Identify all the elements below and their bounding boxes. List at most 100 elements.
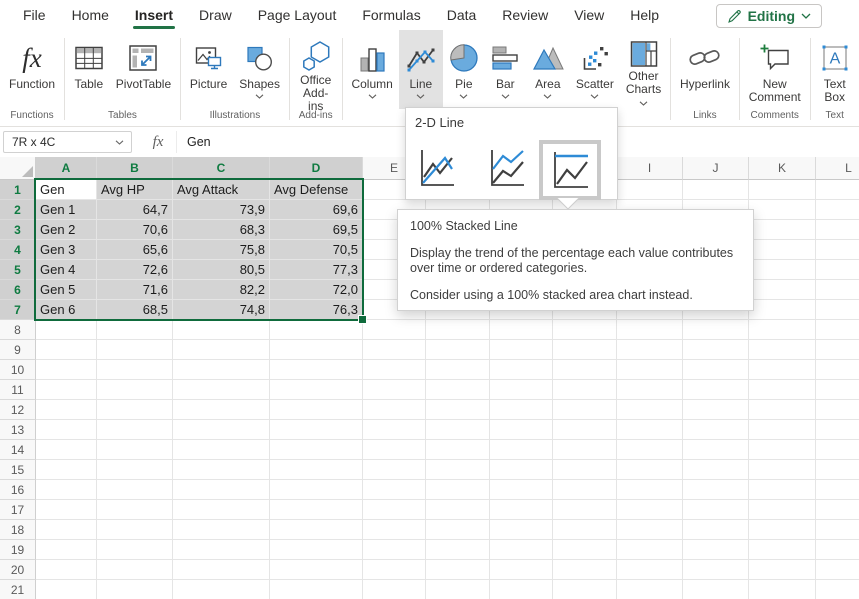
- column-header-K[interactable]: K: [749, 157, 816, 180]
- cell-H15[interactable]: [553, 460, 617, 480]
- cell-L11[interactable]: [816, 380, 859, 400]
- cell-I1[interactable]: [617, 180, 683, 200]
- cell-D12[interactable]: [270, 400, 363, 420]
- row-header-10[interactable]: 10: [0, 360, 36, 380]
- other-charts-button[interactable]: Other Charts: [620, 30, 667, 109]
- cell-E19[interactable]: [363, 540, 426, 560]
- cell-D18[interactable]: [270, 520, 363, 540]
- row-header-5[interactable]: 5: [0, 260, 36, 280]
- cell-A15[interactable]: [36, 460, 97, 480]
- row-header-4[interactable]: 4: [0, 240, 36, 260]
- row-header-20[interactable]: 20: [0, 560, 36, 580]
- function-button[interactable]: fx Function: [3, 30, 61, 109]
- cell-D5[interactable]: 77,3: [270, 260, 363, 280]
- cell-D11[interactable]: [270, 380, 363, 400]
- cell-K2[interactable]: [749, 200, 816, 220]
- column-chart-button[interactable]: Column: [345, 30, 398, 109]
- cell-E11[interactable]: [363, 380, 426, 400]
- cell-B2[interactable]: 64,7: [97, 200, 173, 220]
- bar-chart-button[interactable]: Bar: [485, 30, 526, 109]
- cell-A2[interactable]: Gen 1: [36, 200, 97, 220]
- cell-E21[interactable]: [363, 580, 426, 599]
- cell-J11[interactable]: [683, 380, 749, 400]
- cell-J19[interactable]: [683, 540, 749, 560]
- cell-K1[interactable]: [749, 180, 816, 200]
- cell-H10[interactable]: [553, 360, 617, 380]
- cell-L6[interactable]: [816, 280, 859, 300]
- cell-D6[interactable]: 72,0: [270, 280, 363, 300]
- cell-C15[interactable]: [173, 460, 270, 480]
- cell-J18[interactable]: [683, 520, 749, 540]
- cell-D3[interactable]: 69,5: [270, 220, 363, 240]
- cell-K21[interactable]: [749, 580, 816, 599]
- cell-B7[interactable]: 68,5: [97, 300, 173, 320]
- row-header-13[interactable]: 13: [0, 420, 36, 440]
- cell-C6[interactable]: 82,2: [173, 280, 270, 300]
- cell-C14[interactable]: [173, 440, 270, 460]
- option-stacked-line[interactable]: [483, 145, 529, 191]
- cell-C13[interactable]: [173, 420, 270, 440]
- tab-review[interactable]: Review: [489, 0, 561, 30]
- cell-I16[interactable]: [617, 480, 683, 500]
- cell-E10[interactable]: [363, 360, 426, 380]
- cell-L4[interactable]: [816, 240, 859, 260]
- cell-L2[interactable]: [816, 200, 859, 220]
- cell-G18[interactable]: [490, 520, 553, 540]
- cell-G14[interactable]: [490, 440, 553, 460]
- cell-A5[interactable]: Gen 4: [36, 260, 97, 280]
- cell-D9[interactable]: [270, 340, 363, 360]
- cell-B9[interactable]: [97, 340, 173, 360]
- cell-B1[interactable]: Avg HP: [97, 180, 173, 200]
- row-header-2[interactable]: 2: [0, 200, 36, 220]
- tab-page-layout[interactable]: Page Layout: [245, 0, 350, 30]
- cell-B18[interactable]: [97, 520, 173, 540]
- cell-L18[interactable]: [816, 520, 859, 540]
- cell-F8[interactable]: [426, 320, 490, 340]
- cell-A11[interactable]: [36, 380, 97, 400]
- cell-A7[interactable]: Gen 6: [36, 300, 97, 320]
- cell-G16[interactable]: [490, 480, 553, 500]
- hyperlink-button[interactable]: Hyperlink: [674, 30, 736, 109]
- cell-A18[interactable]: [36, 520, 97, 540]
- cell-J20[interactable]: [683, 560, 749, 580]
- cell-I10[interactable]: [617, 360, 683, 380]
- cell-F11[interactable]: [426, 380, 490, 400]
- cell-E18[interactable]: [363, 520, 426, 540]
- cell-A9[interactable]: [36, 340, 97, 360]
- cell-L21[interactable]: [816, 580, 859, 599]
- line-chart-button[interactable]: Line: [399, 30, 443, 109]
- cell-J17[interactable]: [683, 500, 749, 520]
- tab-file[interactable]: File: [10, 0, 59, 30]
- tab-home[interactable]: Home: [59, 0, 122, 30]
- cell-I17[interactable]: [617, 500, 683, 520]
- cell-L3[interactable]: [816, 220, 859, 240]
- cell-H8[interactable]: [553, 320, 617, 340]
- cell-E15[interactable]: [363, 460, 426, 480]
- cell-K4[interactable]: [749, 240, 816, 260]
- new-comment-button[interactable]: New Comment: [743, 30, 807, 109]
- tab-help[interactable]: Help: [617, 0, 672, 30]
- row-header-17[interactable]: 17: [0, 500, 36, 520]
- area-chart-button[interactable]: Area: [526, 30, 570, 109]
- cell-A1[interactable]: Gen: [36, 180, 97, 200]
- select-all-button[interactable]: [0, 157, 36, 180]
- cell-B14[interactable]: [97, 440, 173, 460]
- cell-C11[interactable]: [173, 380, 270, 400]
- cell-J9[interactable]: [683, 340, 749, 360]
- cell-F10[interactable]: [426, 360, 490, 380]
- cell-L5[interactable]: [816, 260, 859, 280]
- cell-H16[interactable]: [553, 480, 617, 500]
- cell-E14[interactable]: [363, 440, 426, 460]
- cell-I19[interactable]: [617, 540, 683, 560]
- cell-G10[interactable]: [490, 360, 553, 380]
- cell-K16[interactable]: [749, 480, 816, 500]
- row-header-15[interactable]: 15: [0, 460, 36, 480]
- row-header-6[interactable]: 6: [0, 280, 36, 300]
- cell-C8[interactable]: [173, 320, 270, 340]
- cell-D17[interactable]: [270, 500, 363, 520]
- text-box-button[interactable]: A Text Box: [813, 30, 855, 109]
- cell-L16[interactable]: [816, 480, 859, 500]
- row-header-18[interactable]: 18: [0, 520, 36, 540]
- cell-B3[interactable]: 70,6: [97, 220, 173, 240]
- cell-F14[interactable]: [426, 440, 490, 460]
